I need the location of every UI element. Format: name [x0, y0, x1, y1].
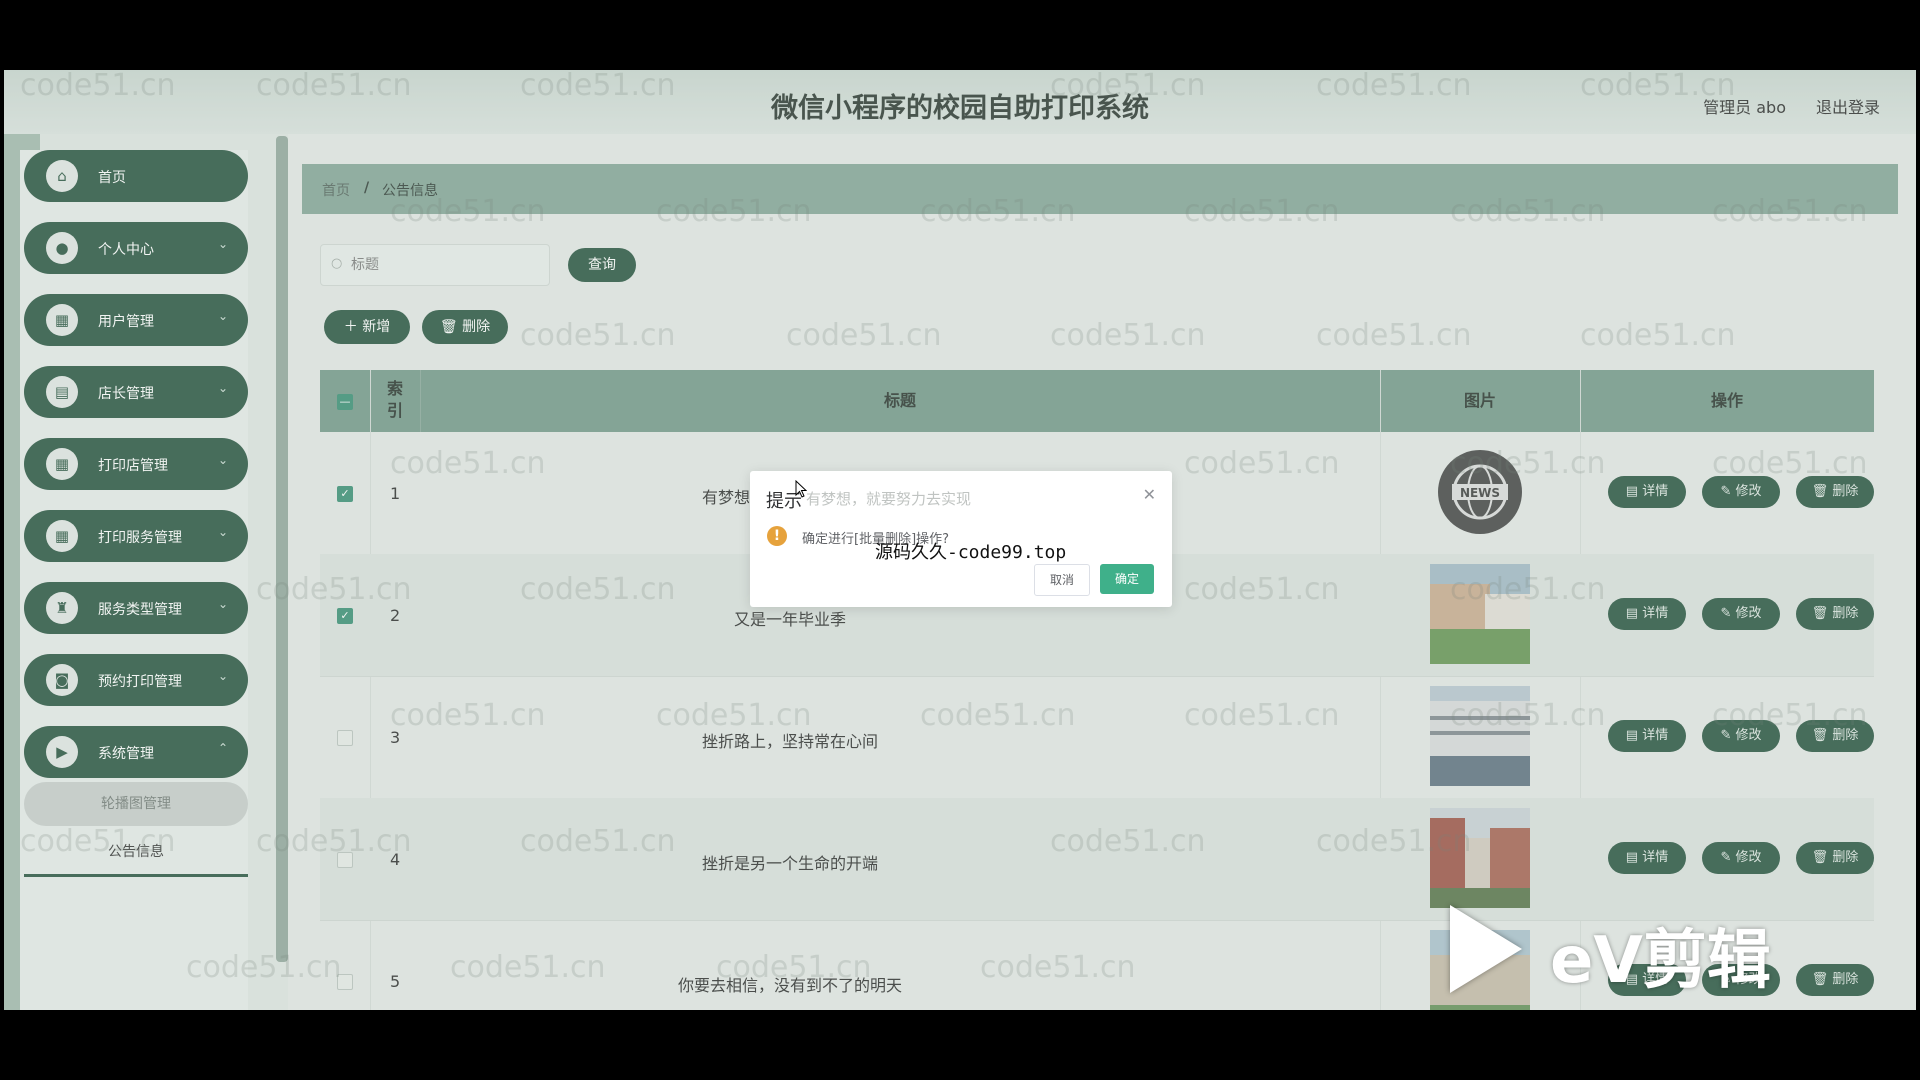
- close-icon[interactable]: ✕: [1143, 485, 1156, 504]
- mouse-cursor-icon: [795, 480, 807, 498]
- confirm-button[interactable]: 确定: [1100, 564, 1154, 594]
- cancel-button[interactable]: 取消: [1034, 564, 1090, 596]
- video-brand-text: eV剪辑: [1550, 924, 1771, 998]
- dialog-background-text: 有梦想，就要努力去实现: [806, 490, 972, 508]
- play-icon: [1450, 905, 1522, 993]
- source-watermark: 源码久久-code99.top: [875, 542, 1067, 563]
- warning-icon: !: [767, 526, 787, 546]
- video-brand-logo: eV剪辑: [1450, 905, 1810, 1005]
